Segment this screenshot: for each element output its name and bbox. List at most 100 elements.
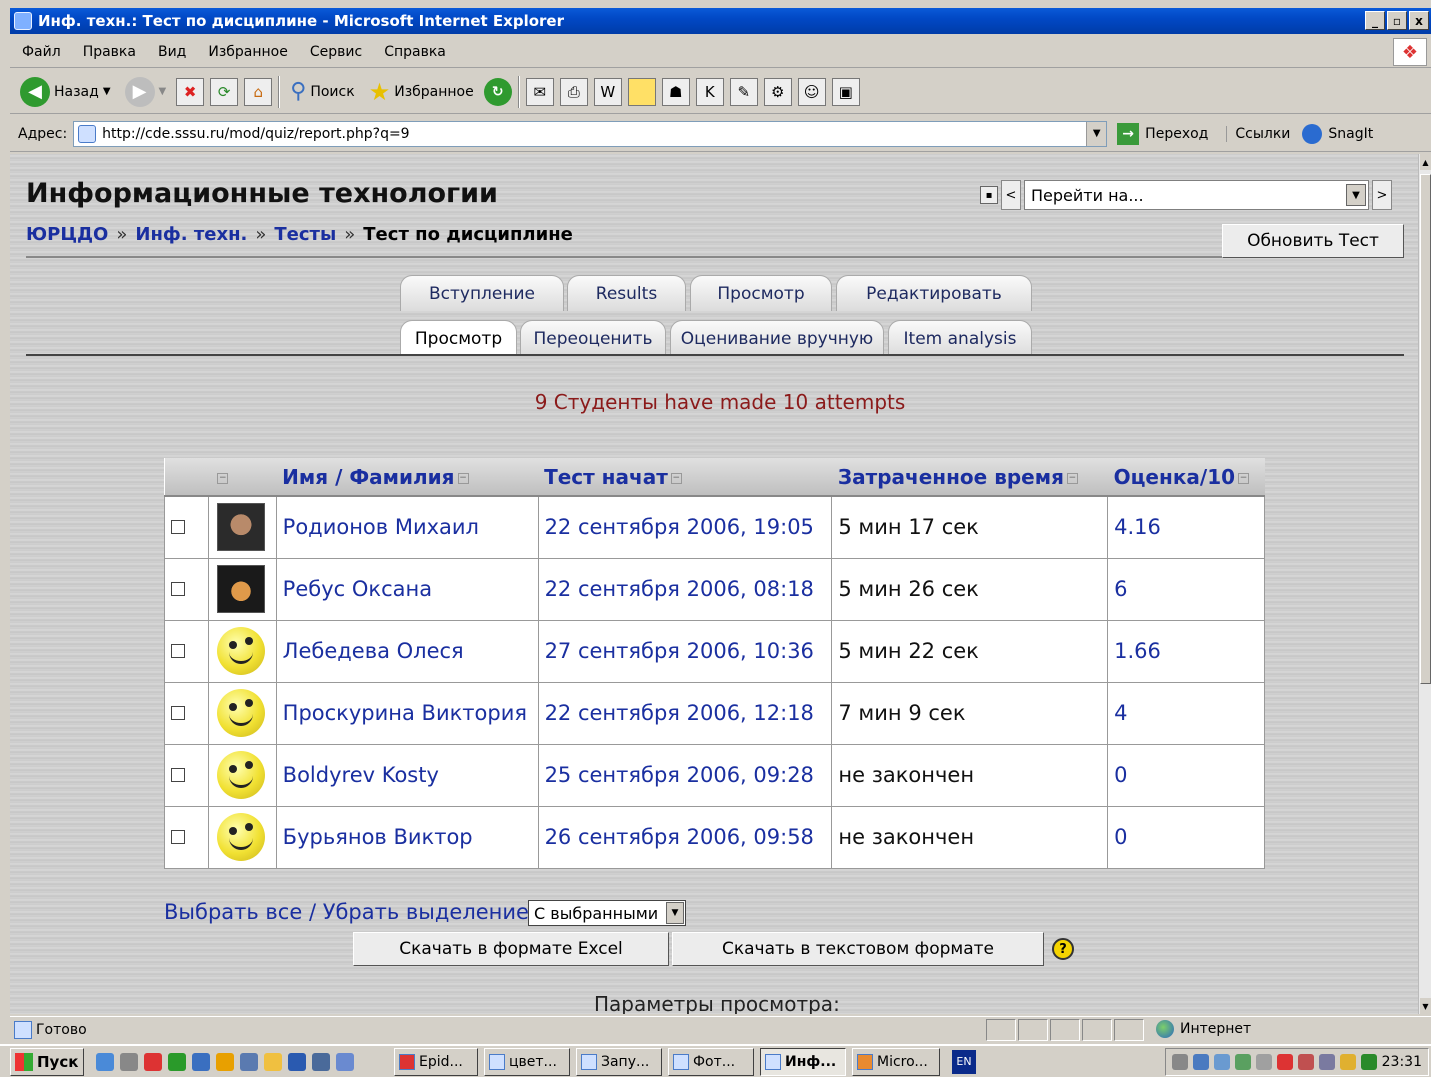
scroll-thumb[interactable] bbox=[1420, 174, 1431, 684]
row-checkbox[interactable] bbox=[171, 768, 185, 782]
breadcrumb-link[interactable]: Тесты bbox=[274, 224, 336, 245]
collapse-icon[interactable]: − bbox=[457, 472, 469, 484]
tray-icon[interactable] bbox=[1234, 1054, 1251, 1070]
attempt-grade[interactable]: 4.16 bbox=[1107, 495, 1265, 559]
tools-icon[interactable]: ⚙ bbox=[763, 77, 792, 106]
chevron-down-icon[interactable]: ▼ bbox=[1346, 184, 1366, 206]
close-button[interactable]: x bbox=[1409, 11, 1429, 30]
quick-launch-icon[interactable] bbox=[312, 1052, 330, 1071]
menu-favorites[interactable]: Избранное bbox=[208, 44, 288, 60]
attempt-started[interactable]: 22 сентября 2006, 12:18 bbox=[537, 681, 833, 745]
tab-preview[interactable]: Просмотр bbox=[690, 275, 832, 311]
snagit-button[interactable]: SnagIt bbox=[1302, 123, 1373, 144]
stop-icon[interactable]: ✖ bbox=[176, 77, 205, 106]
menu-view[interactable]: Вид bbox=[158, 44, 186, 60]
student-name[interactable]: Проскурина Виктория bbox=[275, 681, 539, 745]
home-icon[interactable]: ⌂ bbox=[244, 77, 273, 106]
refresh-icon[interactable]: ⟳ bbox=[210, 77, 239, 106]
tab-overview[interactable]: Просмотр bbox=[400, 320, 517, 356]
address-input[interactable]: http://cde.sssu.ru/mod/quiz/report.php?q… bbox=[73, 120, 1108, 147]
breadcrumb-link[interactable]: ЮРЦДО bbox=[26, 224, 108, 245]
collapse-icon[interactable]: − bbox=[1066, 472, 1078, 484]
tab-edit[interactable]: Редактировать bbox=[836, 275, 1032, 311]
scroll-up-icon[interactable]: ▲ bbox=[1420, 154, 1431, 170]
menu-help[interactable]: Справка bbox=[384, 44, 446, 60]
row-checkbox[interactable] bbox=[171, 706, 185, 720]
collapse-icon[interactable]: − bbox=[670, 472, 682, 484]
chevron-down-icon[interactable]: ▼ bbox=[666, 902, 684, 924]
download-text-button[interactable]: Скачать в текстовом формате bbox=[672, 932, 1044, 966]
history-icon[interactable]: ↻ bbox=[483, 77, 512, 106]
save-icon[interactable]: ▣ bbox=[831, 77, 860, 106]
attempt-grade[interactable]: 6 bbox=[1107, 557, 1265, 621]
tray-icon[interactable] bbox=[1339, 1054, 1356, 1070]
attempt-started[interactable]: 22 сентября 2006, 19:05 bbox=[537, 495, 833, 559]
menu-tools[interactable]: Сервис bbox=[310, 44, 362, 60]
vertical-scrollbar[interactable]: ▲ ▼ bbox=[1418, 154, 1431, 1014]
row-checkbox[interactable] bbox=[171, 582, 185, 596]
quick-launch-icon[interactable] bbox=[168, 1052, 186, 1071]
avatar[interactable] bbox=[216, 627, 265, 675]
tab-manual-grading[interactable]: Оценивание вручную bbox=[670, 320, 884, 356]
tray-icon[interactable] bbox=[1213, 1054, 1230, 1070]
maximize-button[interactable]: ▫ bbox=[1387, 11, 1407, 30]
minimize-button[interactable]: _ bbox=[1365, 11, 1385, 30]
k-icon[interactable]: K bbox=[695, 77, 724, 106]
chevron-down-icon[interactable]: ▼ bbox=[1086, 121, 1107, 146]
attempt-started[interactable]: 25 сентября 2006, 09:28 bbox=[537, 743, 833, 807]
mail-icon[interactable]: ✉ bbox=[525, 77, 554, 106]
with-selected-select[interactable]: С выбранными ▼ bbox=[528, 900, 686, 926]
jump-prev-button[interactable]: < bbox=[1001, 180, 1021, 210]
collapse-icon[interactable]: − bbox=[1238, 472, 1250, 484]
avatar[interactable] bbox=[216, 813, 265, 861]
student-name[interactable]: Родионов Михаил bbox=[275, 495, 539, 559]
print-icon[interactable]: ⎙ bbox=[559, 77, 588, 106]
go-button[interactable]: → Переход bbox=[1117, 122, 1208, 145]
taskbar-item-active[interactable]: Инф... bbox=[760, 1047, 846, 1076]
help-icon[interactable]: ? bbox=[1052, 938, 1074, 960]
users-icon[interactable]: ☺ bbox=[797, 77, 826, 106]
quick-launch-icon[interactable] bbox=[264, 1052, 282, 1071]
quick-launch-icon[interactable] bbox=[96, 1052, 114, 1071]
attempt-grade[interactable]: 1.66 bbox=[1107, 619, 1265, 683]
note-icon[interactable] bbox=[627, 77, 656, 106]
language-indicator[interactable]: EN bbox=[952, 1049, 976, 1074]
quick-launch-icon[interactable] bbox=[216, 1052, 234, 1071]
favorites-button[interactable]: ★ Избранное bbox=[365, 76, 478, 108]
jump-select[interactable]: Перейти на... ▼ bbox=[1024, 180, 1369, 210]
collapse-icon[interactable]: − bbox=[217, 472, 229, 484]
attempt-grade[interactable]: 0 bbox=[1107, 743, 1265, 807]
save-icon[interactable]: ▪ bbox=[980, 186, 998, 204]
window-title-bar[interactable]: Инф. техн.: Тест по дисциплине - Microso… bbox=[10, 8, 1431, 34]
search-button[interactable]: ⚲ Поиск bbox=[286, 77, 358, 106]
row-checkbox[interactable] bbox=[171, 644, 185, 658]
messenger-icon[interactable]: ☗ bbox=[661, 77, 690, 106]
tab-regrade[interactable]: Переоценить bbox=[520, 320, 666, 356]
attempt-started[interactable]: 22 сентября 2006, 08:18 bbox=[537, 557, 833, 621]
quick-launch-icon[interactable] bbox=[120, 1052, 138, 1071]
forward-button[interactable]: ▶ ▼ bbox=[121, 75, 171, 109]
quick-launch-icon[interactable] bbox=[144, 1052, 162, 1071]
row-checkbox[interactable] bbox=[171, 520, 185, 535]
select-all-link[interactable]: Выбрать все / Убрать выделение bbox=[164, 900, 529, 924]
student-name[interactable]: Лебедева Олеся bbox=[275, 619, 539, 683]
download-excel-button[interactable]: Скачать в формате Excel bbox=[353, 932, 669, 966]
tray-icon[interactable] bbox=[1276, 1054, 1293, 1070]
taskbar-item[interactable]: Epid... bbox=[394, 1047, 478, 1076]
avatar[interactable] bbox=[216, 689, 265, 737]
start-button[interactable]: Пуск bbox=[10, 1047, 84, 1076]
quick-launch-icon[interactable] bbox=[192, 1052, 210, 1071]
quick-launch-icon[interactable] bbox=[288, 1052, 306, 1071]
student-name[interactable]: Boldyrev Kosty bbox=[275, 743, 539, 807]
tray-icon[interactable] bbox=[1318, 1054, 1335, 1070]
attempt-grade[interactable]: 0 bbox=[1107, 805, 1265, 869]
tray-icon[interactable] bbox=[1255, 1054, 1272, 1070]
attempt-grade[interactable]: 4 bbox=[1107, 681, 1265, 745]
header-grade[interactable]: Оценка/10− bbox=[1107, 458, 1265, 497]
attempt-started[interactable]: 27 сентября 2006, 10:36 bbox=[537, 619, 833, 683]
tab-item-analysis[interactable]: Item analysis bbox=[888, 320, 1032, 356]
breadcrumb-link[interactable]: Инф. техн. bbox=[135, 224, 247, 245]
row-checkbox[interactable] bbox=[171, 830, 185, 844]
student-name[interactable]: Ребус Оксана bbox=[275, 557, 539, 621]
attempt-started[interactable]: 26 сентября 2006, 09:58 bbox=[537, 805, 833, 869]
